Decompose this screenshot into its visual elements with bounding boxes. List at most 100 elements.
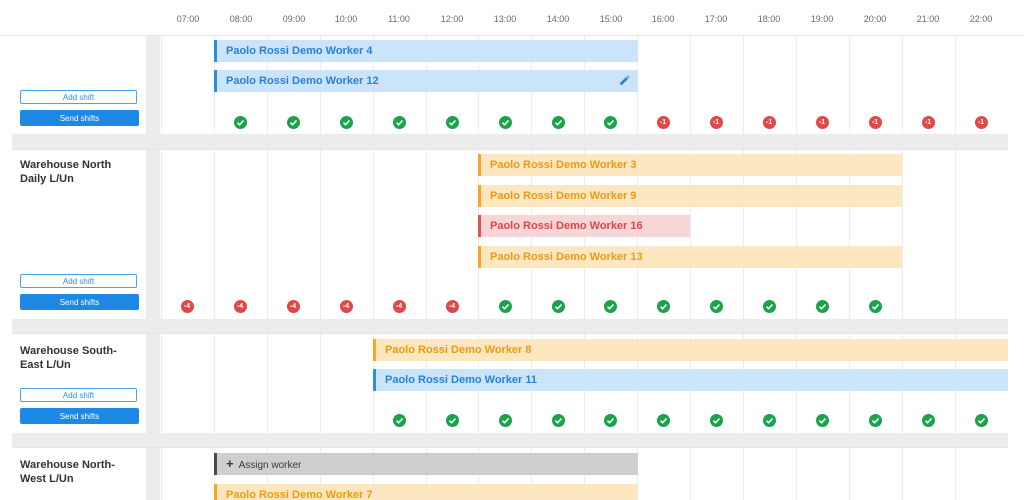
add-shift-button[interactable]: Add shift bbox=[20, 388, 137, 402]
time-label: 18:00 bbox=[757, 14, 781, 24]
coverage-deficit-badge: -1 bbox=[868, 116, 882, 129]
coverage-ok-icon bbox=[815, 300, 829, 313]
section-separator bbox=[12, 133, 1008, 149]
pencil-icon[interactable] bbox=[618, 75, 630, 87]
add-shift-button[interactable]: Add shift bbox=[20, 90, 137, 104]
time-label: 10:00 bbox=[334, 14, 358, 24]
sidebar-divider bbox=[146, 150, 160, 319]
coverage-ok-icon bbox=[339, 116, 353, 129]
coverage-ok-icon bbox=[974, 414, 988, 427]
section-separator bbox=[12, 432, 1008, 447]
shift-worker-name: Paolo Rossi Demo Worker 7 bbox=[226, 489, 373, 500]
shift-bar[interactable]: Paolo Rossi Demo Worker 4 bbox=[214, 40, 638, 62]
coverage-ok-icon bbox=[868, 300, 882, 313]
coverage-ok-icon bbox=[286, 116, 300, 129]
coverage-ok-icon bbox=[603, 116, 617, 129]
shift-worker-name: Paolo Rossi Demo Worker 11 bbox=[385, 374, 538, 386]
coverage-ok-icon bbox=[233, 116, 247, 129]
shift-worker-name: Paolo Rossi Demo Worker 13 bbox=[490, 251, 643, 263]
coverage-ok-icon bbox=[551, 414, 565, 427]
time-header: 07:00 08:00 09:00 10:00 11:00 12:00 13:0… bbox=[0, 0, 1024, 36]
coverage-deficit-badge: -1 bbox=[762, 116, 776, 129]
coverage-ok-icon bbox=[392, 116, 406, 129]
shift-bar[interactable]: Paolo Rossi Demo Worker 11 bbox=[373, 369, 1008, 391]
timeline-grid: Paolo Rossi Demo Worker 4 Paolo Rossi De… bbox=[160, 36, 1008, 134]
shift-bar[interactable]: Paolo Rossi Demo Worker 13 bbox=[478, 246, 902, 268]
time-label: 21:00 bbox=[916, 14, 940, 24]
coverage-ok-icon bbox=[656, 414, 670, 427]
section-title: Warehouse North Daily L/Un bbox=[20, 159, 112, 185]
time-label: 07:00 bbox=[176, 14, 200, 24]
coverage-deficit-badge: -4 bbox=[392, 300, 406, 313]
assign-worker-button[interactable]: + Assign worker bbox=[214, 453, 638, 475]
coverage-deficit-badge: -1 bbox=[974, 116, 988, 129]
coverage-ok-icon bbox=[498, 116, 512, 129]
sidebar-divider bbox=[146, 36, 160, 134]
coverage-deficit-badge: -4 bbox=[233, 300, 247, 313]
shift-worker-name: Paolo Rossi Demo Worker 8 bbox=[385, 344, 532, 356]
section-title: Warehouse South-East L/Un bbox=[20, 345, 117, 371]
shift-worker-name: Paolo Rossi Demo Worker 4 bbox=[226, 45, 373, 57]
shift-bar[interactable]: Paolo Rossi Demo Worker 16 bbox=[478, 215, 690, 237]
coverage-deficit-badge: -4 bbox=[445, 300, 459, 313]
section-sidebar: Warehouse North Daily L/Un Add shift Sen… bbox=[12, 150, 146, 319]
shift-worker-name: Paolo Rossi Demo Worker 16 bbox=[490, 220, 643, 232]
time-label: 13:00 bbox=[493, 14, 517, 24]
sidebar-divider bbox=[146, 334, 160, 433]
shift-bar[interactable]: Paolo Rossi Demo Worker 8 bbox=[373, 339, 1008, 361]
coverage-ok-icon bbox=[551, 116, 565, 129]
shift-bar[interactable]: Paolo Rossi Demo Worker 3 bbox=[478, 154, 902, 176]
coverage-ok-icon bbox=[921, 414, 935, 427]
coverage-ok-icon bbox=[709, 414, 723, 427]
coverage-ok-icon bbox=[603, 414, 617, 427]
time-label: 12:00 bbox=[440, 14, 464, 24]
schedule-section: Add shift Send shifts Paolo Rossi Demo W… bbox=[12, 35, 1008, 134]
assign-worker-label: Assign worker bbox=[238, 460, 302, 471]
send-shifts-button[interactable]: Send shifts bbox=[20, 408, 139, 424]
coverage-deficit-badge: -1 bbox=[921, 116, 935, 129]
sidebar-divider bbox=[146, 448, 160, 500]
scheduler: 07:00 08:00 09:00 10:00 11:00 12:00 13:0… bbox=[0, 0, 1024, 500]
time-label: 15:00 bbox=[599, 14, 623, 24]
shift-worker-name: Paolo Rossi Demo Worker 9 bbox=[490, 190, 637, 202]
time-label: 08:00 bbox=[229, 14, 253, 24]
coverage-ok-icon bbox=[445, 414, 459, 427]
send-shifts-button[interactable]: Send shifts bbox=[20, 110, 139, 126]
time-label: 17:00 bbox=[704, 14, 728, 24]
schedule-section: Warehouse South-East L/Un Add shift Send… bbox=[12, 333, 1008, 433]
coverage-ok-icon bbox=[498, 414, 512, 427]
coverage-deficit-badge: -4 bbox=[286, 300, 300, 313]
shift-bar[interactable]: Paolo Rossi Demo Worker 12 bbox=[214, 70, 638, 92]
plus-icon: + bbox=[226, 456, 234, 471]
time-label: 09:00 bbox=[282, 14, 306, 24]
coverage-ok-icon bbox=[498, 300, 512, 313]
shift-bar[interactable]: Paolo Rossi Demo Worker 7 bbox=[214, 484, 638, 500]
coverage-ok-icon bbox=[815, 414, 829, 427]
coverage-ok-icon bbox=[445, 116, 459, 129]
send-shifts-button[interactable]: Send shifts bbox=[20, 294, 139, 310]
add-shift-button[interactable]: Add shift bbox=[20, 274, 137, 288]
section-sidebar: Warehouse South-East L/Un Add shift Send… bbox=[12, 334, 146, 433]
section-separator bbox=[12, 318, 1008, 333]
coverage-ok-icon bbox=[762, 300, 776, 313]
coverage-ok-icon bbox=[762, 414, 776, 427]
coverage-deficit-badge: -1 bbox=[709, 116, 723, 129]
time-label: 14:00 bbox=[546, 14, 570, 24]
coverage-ok-icon bbox=[551, 300, 565, 313]
coverage-deficit-badge: -1 bbox=[815, 116, 829, 129]
coverage-ok-icon bbox=[868, 414, 882, 427]
time-label: 11:00 bbox=[388, 14, 410, 24]
shift-worker-name: Paolo Rossi Demo Worker 12 bbox=[226, 75, 379, 87]
coverage-ok-icon bbox=[709, 300, 723, 313]
coverage-deficit-badge: -4 bbox=[339, 300, 353, 313]
coverage-deficit-badge: -4 bbox=[180, 300, 194, 313]
shift-bar[interactable]: Paolo Rossi Demo Worker 9 bbox=[478, 185, 902, 207]
shift-worker-name: Paolo Rossi Demo Worker 3 bbox=[490, 159, 637, 171]
coverage-ok-icon bbox=[656, 300, 670, 313]
section-sidebar: Add shift Send shifts bbox=[12, 36, 146, 134]
time-label: 20:00 bbox=[863, 14, 887, 24]
timeline-grid: + Assign worker Paolo Rossi Demo Worker 7 bbox=[160, 448, 1008, 500]
section-title: Warehouse North-West L/Un bbox=[20, 459, 115, 485]
schedule-section: Warehouse North-West L/Un + Assign worker… bbox=[12, 447, 1008, 500]
time-label: 19:00 bbox=[810, 14, 834, 24]
